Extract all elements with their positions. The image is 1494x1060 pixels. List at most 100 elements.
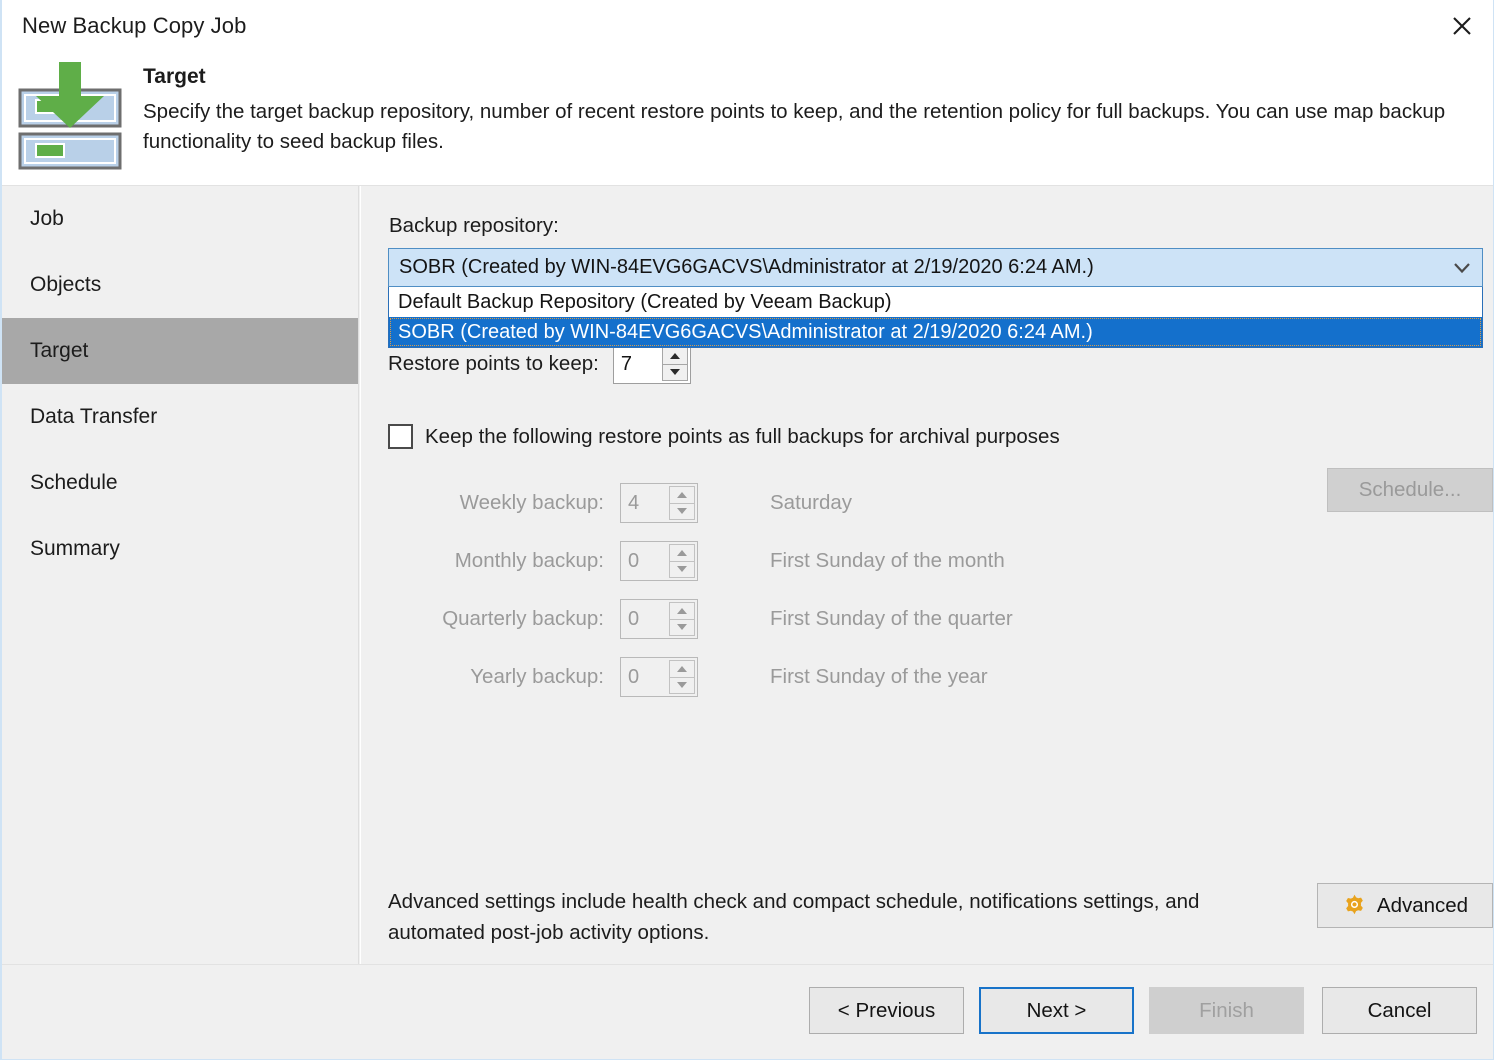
title-bar: New Backup Copy Job: [2, 0, 1493, 56]
weekly-backup-value: 4: [621, 492, 639, 515]
previous-button-label: < Previous: [838, 999, 935, 1023]
sidebar-item-label: Target: [30, 339, 88, 363]
schedule-button-label: Schedule...: [1359, 478, 1462, 502]
backup-repository-dropdown-list[interactable]: Default Backup Repository (Created by Ve…: [388, 287, 1483, 348]
target-settings-panel: Backup repository: SOBR (Created by WIN-…: [360, 186, 1493, 964]
monthly-backup-description: First Sunday of the month: [770, 549, 1005, 573]
advanced-button-label: Advanced: [1377, 894, 1468, 918]
chevron-down-icon: [1442, 249, 1482, 286]
previous-button[interactable]: < Previous: [809, 987, 964, 1034]
dialog-body: Job Objects Target Data Transfer Schedul…: [2, 185, 1493, 964]
page-header: Target Specify the target backup reposit…: [2, 56, 1493, 184]
caret-down-icon: [677, 508, 687, 514]
caret-up-icon: [677, 550, 687, 556]
archival-checkbox-row[interactable]: Keep the following restore points as ful…: [388, 424, 1060, 449]
restore-points-value: 7: [614, 353, 632, 376]
sidebar-item-label: Job: [30, 207, 64, 231]
stepper-down-button: [669, 561, 695, 579]
sidebar-item-schedule[interactable]: Schedule: [2, 450, 358, 516]
sidebar-item-label: Schedule: [30, 471, 118, 495]
quarterly-backup-description: First Sunday of the quarter: [770, 607, 1013, 631]
weekly-backup-label: Weekly backup:: [388, 491, 620, 515]
stepper-down-button[interactable]: [662, 364, 688, 382]
cancel-button[interactable]: Cancel: [1322, 987, 1477, 1034]
yearly-backup-value: 0: [621, 666, 639, 689]
yearly-backup-label: Yearly backup:: [388, 665, 620, 689]
dialog-window: New Backup Copy Job Target Specify the t…: [0, 0, 1494, 1060]
sidebar-item-target[interactable]: Target: [2, 318, 358, 384]
monthly-backup-row: Monthly backup: 0 First Sunday of the mo…: [388, 532, 1483, 590]
stepper-buttons: [662, 347, 688, 381]
restore-points-row: Restore points to keep: 7: [388, 344, 691, 384]
stepper-down-button: [669, 619, 695, 637]
sidebar-item-label: Data Transfer: [30, 405, 157, 429]
backup-repository-label: Backup repository:: [389, 214, 559, 238]
window-title: New Backup Copy Job: [22, 13, 246, 39]
stepper-up-button: [669, 486, 695, 503]
schedule-button: Schedule...: [1327, 468, 1493, 512]
page-title: Target: [143, 65, 206, 89]
quarterly-backup-label: Quarterly backup:: [388, 607, 620, 631]
dropdown-option-default-backup-repository[interactable]: Default Backup Repository (Created by Ve…: [389, 287, 1482, 317]
dropdown-option-label: Default Backup Repository (Created by Ve…: [398, 291, 892, 314]
yearly-backup-row: Yearly backup: 0 First Sunday of the yea…: [388, 648, 1483, 706]
restore-points-label: Restore points to keep:: [388, 352, 599, 376]
monthly-backup-label: Monthly backup:: [388, 549, 620, 573]
finish-button: Finish: [1149, 987, 1304, 1034]
sidebar-item-data-transfer[interactable]: Data Transfer: [2, 384, 358, 450]
sidebar-item-label: Summary: [30, 537, 120, 561]
stepper-up-button[interactable]: [662, 347, 688, 364]
monthly-backup-stepper: 0: [620, 541, 698, 581]
finish-button-label: Finish: [1199, 999, 1254, 1023]
caret-down-icon: [670, 369, 680, 375]
quarterly-backup-row: Quarterly backup: 0 First Sunday of the …: [388, 590, 1483, 648]
stepper-down-button: [669, 503, 695, 521]
advanced-button[interactable]: Advanced: [1317, 883, 1493, 928]
sidebar-item-job[interactable]: Job: [2, 186, 358, 252]
close-icon: [1451, 15, 1473, 37]
stepper-buttons: [669, 602, 695, 636]
advanced-settings-description: Advanced settings include health check a…: [388, 886, 1268, 948]
page-description: Specify the target backup repository, nu…: [143, 97, 1481, 157]
next-button-label: Next >: [1027, 999, 1087, 1023]
next-button[interactable]: Next >: [979, 987, 1134, 1034]
quarterly-backup-stepper: 0: [620, 599, 698, 639]
gear-icon: [1342, 893, 1367, 918]
stepper-up-button: [669, 660, 695, 677]
monthly-backup-value: 0: [621, 550, 639, 573]
caret-down-icon: [677, 624, 687, 630]
stepper-buttons: [669, 660, 695, 694]
close-button[interactable]: [1437, 2, 1487, 50]
caret-up-icon: [677, 492, 687, 498]
stepper-down-button: [669, 677, 695, 695]
backup-repository-combobox[interactable]: SOBR (Created by WIN-84EVG6GACVS\Adminis…: [388, 248, 1483, 287]
weekly-backup-description: Saturday: [770, 491, 852, 515]
stepper-buttons: [669, 544, 695, 578]
weekly-backup-stepper: 4: [620, 483, 698, 523]
stepper-buttons: [669, 486, 695, 520]
dropdown-option-sobr[interactable]: SOBR (Created by WIN-84EVG6GACVS\Adminis…: [389, 317, 1482, 347]
yearly-backup-description: First Sunday of the year: [770, 665, 988, 689]
caret-up-icon: [677, 608, 687, 614]
backup-target-repository-icon: [14, 60, 126, 178]
caret-down-icon: [677, 682, 687, 688]
caret-up-icon: [677, 666, 687, 672]
sidebar-item-label: Objects: [30, 273, 101, 297]
yearly-backup-stepper: 0: [620, 657, 698, 697]
caret-up-icon: [670, 353, 680, 359]
sidebar-item-objects[interactable]: Objects: [2, 252, 358, 318]
restore-points-stepper[interactable]: 7: [613, 344, 691, 384]
dropdown-option-label: SOBR (Created by WIN-84EVG6GACVS\Adminis…: [398, 321, 1093, 344]
wizard-steps-sidebar: Job Objects Target Data Transfer Schedul…: [2, 186, 359, 964]
cancel-button-label: Cancel: [1368, 999, 1432, 1023]
archival-checkbox-label: Keep the following restore points as ful…: [425, 425, 1060, 449]
stepper-up-button: [669, 602, 695, 619]
quarterly-backup-value: 0: [621, 608, 639, 631]
weekly-backup-row: Weekly backup: 4 Saturday: [388, 474, 1483, 532]
sidebar-item-summary[interactable]: Summary: [2, 516, 358, 582]
stepper-up-button: [669, 544, 695, 561]
caret-down-icon: [677, 566, 687, 572]
backup-repository-selected-value: SOBR (Created by WIN-84EVG6GACVS\Adminis…: [389, 256, 1442, 279]
dialog-footer: < Previous Next > Finish Cancel: [2, 964, 1493, 1059]
archival-checkbox[interactable]: [388, 424, 413, 449]
